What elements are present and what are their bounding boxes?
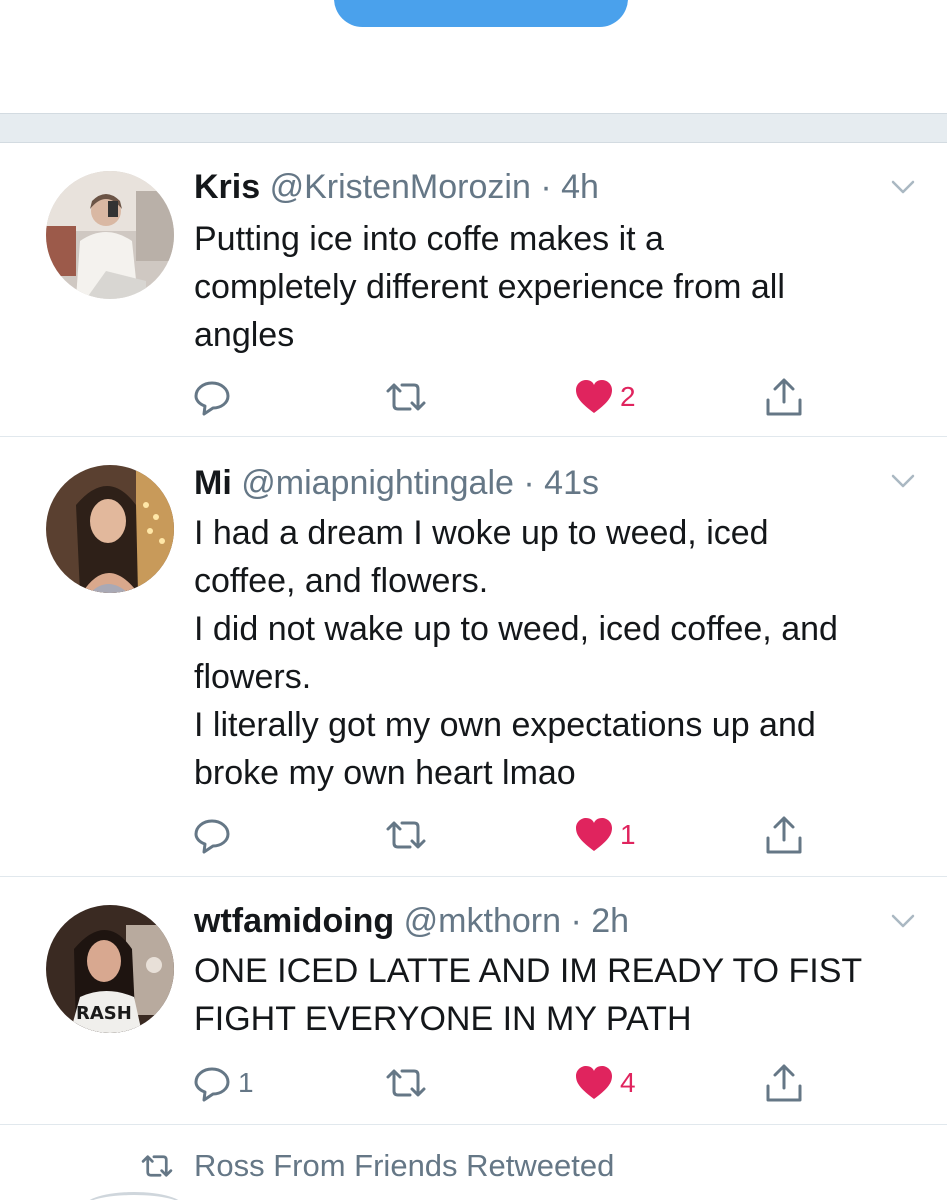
section-divider: [0, 113, 947, 143]
tweet-line: coffee, and flowers.: [194, 562, 489, 600]
separator: ·: [523, 464, 535, 502]
share-button[interactable]: [764, 1061, 804, 1105]
tweet-header: Kris @KristenMorozin · 4h: [194, 167, 599, 207]
tweet-line: FIGHT EVERYONE IN MY PATH: [194, 1000, 692, 1038]
separator: ·: [570, 902, 582, 940]
tweet-text: Putting ice into coffe makes it a comple…: [194, 215, 924, 359]
heart-icon: [576, 1066, 612, 1099]
like-count: 1: [620, 819, 636, 850]
display-name[interactable]: Mi: [194, 464, 232, 502]
retweet-button[interactable]: [384, 813, 428, 857]
retweet-button[interactable]: [384, 1061, 428, 1105]
tweet-line: flowers.: [194, 658, 312, 696]
tweet[interactable]: Kris @KristenMorozin · 4h Putting ice in…: [0, 143, 947, 437]
retweet-context: Ross From Friends Retweeted: [140, 1148, 614, 1184]
avatar[interactable]: RASH: [46, 905, 174, 1033]
heart-icon: [576, 818, 612, 851]
tweet-text: I had a dream I woke up to weed, iced co…: [194, 509, 924, 797]
share-icon: [766, 816, 802, 854]
like-button[interactable]: 2: [574, 375, 636, 419]
timestamp[interactable]: 2h: [591, 902, 629, 940]
user-handle[interactable]: @mkthorn: [404, 902, 561, 940]
avatar[interactable]: [46, 171, 174, 299]
tweet[interactable]: RASH wtfamidoing @mkthorn · 2h ONE ICED …: [0, 877, 947, 1125]
tweet-line: broke my own heart lmao: [194, 754, 576, 792]
display-name[interactable]: wtfamidoing: [194, 902, 394, 940]
display-name[interactable]: Kris: [194, 168, 260, 206]
separator: ·: [540, 168, 552, 206]
tweet-actions: 2: [0, 375, 947, 419]
tweet-line: completely different experience from all: [194, 268, 785, 306]
tweet-line: Putting ice into coffe makes it a: [194, 220, 664, 258]
like-count: 4: [620, 1067, 636, 1098]
share-button[interactable]: [764, 813, 804, 857]
user-handle[interactable]: @miapnightingale: [241, 464, 514, 502]
chevron-down-icon[interactable]: [887, 905, 919, 937]
reply-count: 1: [238, 1067, 254, 1098]
like-button[interactable]: 1: [574, 813, 636, 857]
tweet-line: I had a dream I woke up to weed, iced: [194, 514, 769, 552]
avatar[interactable]: [84, 1192, 184, 1200]
tweet-text: ONE ICED LATTE AND IM READY TO FIST FIGH…: [194, 947, 924, 1043]
share-icon: [766, 378, 802, 416]
chevron-down-icon[interactable]: [887, 465, 919, 497]
timestamp[interactable]: 4h: [561, 168, 599, 206]
reply-icon: [194, 819, 230, 854]
tweet-line: angles: [194, 316, 295, 354]
timestamp[interactable]: 41s: [544, 464, 599, 502]
retweet-icon: [141, 1155, 173, 1177]
like-count: 2: [620, 381, 636, 412]
retweet-icon: [386, 821, 426, 849]
reply-button[interactable]: [192, 375, 232, 419]
reply-button[interactable]: [192, 813, 232, 857]
share-icon: [766, 1064, 802, 1102]
reply-button[interactable]: 1: [192, 1061, 254, 1105]
tweet-actions: 1 4: [0, 1061, 947, 1105]
like-button[interactable]: 4: [574, 1061, 636, 1105]
tweet-line: ONE ICED LATTE AND IM READY TO FIST: [194, 952, 863, 990]
tweet-header: wtfamidoing @mkthorn · 2h: [194, 901, 629, 941]
tweet-line: I literally got my own expectations up a…: [194, 706, 816, 744]
retweet-icon: [386, 383, 426, 411]
retweet-icon: [386, 1069, 426, 1097]
share-button[interactable]: [764, 375, 804, 419]
reply-icon: [194, 381, 230, 416]
top-action-button[interactable]: [334, 0, 628, 27]
svg-text:RASH: RASH: [76, 1003, 132, 1024]
avatar[interactable]: [46, 465, 174, 593]
retweet-context-label[interactable]: Ross From Friends Retweeted: [194, 1148, 614, 1184]
tweet[interactable]: Mi @miapnightingale · 41s I had a dream …: [0, 437, 947, 877]
heart-icon: [576, 380, 612, 413]
chevron-down-icon[interactable]: [887, 171, 919, 203]
tweet-header: Mi @miapnightingale · 41s: [194, 463, 599, 503]
retweet-button[interactable]: [384, 375, 428, 419]
tweet-actions: 1: [0, 813, 947, 857]
user-handle[interactable]: @KristenMorozin: [270, 168, 531, 206]
reply-icon: [194, 1067, 230, 1102]
tweet-line: I did not wake up to weed, iced coffee, …: [194, 610, 838, 648]
